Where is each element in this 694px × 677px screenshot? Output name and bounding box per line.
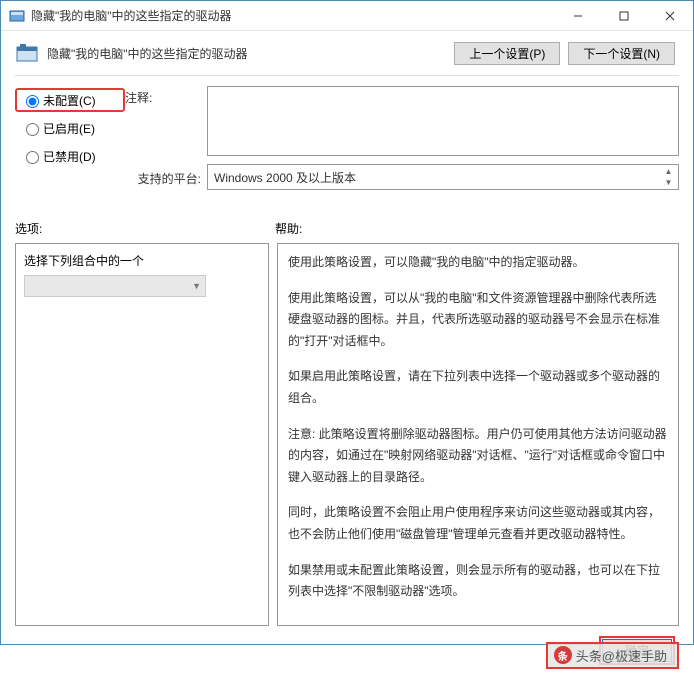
app-icon (9, 8, 25, 24)
window-title: 隐藏"我的电脑"中的这些指定的驱动器 (31, 7, 555, 24)
config-section: 未配置(C) 已启用(E) 已禁用(D) 注释: 支持的平台: (15, 86, 679, 190)
header-row: 隐藏"我的电脑"中的这些指定的驱动器 上一个设置(P) 下一个设置(N) (15, 41, 679, 65)
radio-column: 未配置(C) 已启用(E) 已禁用(D) (15, 86, 125, 190)
divider (15, 75, 679, 76)
help-panel[interactable]: 使用此策略设置，可以隐藏"我的电脑"中的指定驱动器。 使用此策略设置，可以从"我… (277, 243, 679, 626)
help-p3: 如果启用此策略设置，请在下拉列表中选择一个驱动器或多个驱动器的组合。 (288, 366, 668, 409)
dialog-body: 隐藏"我的电脑"中的这些指定的驱动器 上一个设置(P) 下一个设置(N) 未配置… (1, 31, 693, 677)
radio-enabled-input[interactable] (26, 123, 39, 136)
policy-title: 隐藏"我的电脑"中的这些指定的驱动器 (47, 45, 454, 62)
comment-textarea[interactable] (207, 86, 679, 156)
help-p4: 注意: 此策略设置将删除驱动器图标。用户仍可使用其他方法访问驱动器的内容，如通过… (288, 424, 668, 489)
watermark-logo-icon: 条 (554, 646, 572, 664)
radio-not-configured-label: 未配置(C) (43, 92, 96, 109)
help-p1: 使用此策略设置，可以隐藏"我的电脑"中的指定驱动器。 (288, 252, 668, 274)
radio-not-configured[interactable]: 未配置(C) (15, 88, 125, 112)
minimize-button[interactable] (555, 1, 601, 31)
watermark-overlay: 条 头条@极速手助 (546, 642, 679, 669)
radio-enabled[interactable]: 已启用(E) (15, 116, 125, 140)
maximize-button[interactable] (601, 1, 647, 31)
next-setting-button[interactable]: 下一个设置(N) (568, 42, 675, 65)
radio-disabled-label: 已禁用(D) (43, 148, 96, 165)
drive-combo[interactable]: ▼ (24, 275, 206, 297)
comment-label: 注释: (125, 86, 207, 156)
options-instruction: 选择下列组合中的一个 (24, 252, 260, 269)
help-p5: 同时，此策略设置不会阻止用户使用程序来访问这些驱动器或其内容，也不会防止他们使用… (288, 502, 668, 545)
platform-value: Windows 2000 及以上版本 (214, 169, 356, 186)
lower-panels: 选择下列组合中的一个 ▼ 使用此策略设置，可以隐藏"我的电脑"中的指定驱动器。 … (15, 243, 679, 626)
footer: 确定 条 头条@极速手助 (15, 626, 679, 669)
policy-icon (15, 41, 39, 65)
watermark-text: 头条@极速手助 (576, 646, 667, 665)
options-label: 选项: (15, 220, 275, 237)
close-button[interactable] (647, 1, 693, 31)
chevron-down-icon[interactable]: ▼ (660, 177, 677, 188)
comment-column: 注释: 支持的平台: Windows 2000 及以上版本 ▲ ▼ (125, 86, 679, 190)
radio-disabled[interactable]: 已禁用(D) (15, 144, 125, 168)
options-panel: 选择下列组合中的一个 ▼ (15, 243, 269, 626)
radio-enabled-label: 已启用(E) (43, 120, 95, 137)
chevron-down-icon: ▼ (192, 281, 201, 291)
radio-disabled-input[interactable] (26, 151, 39, 164)
radio-not-configured-input[interactable] (26, 95, 39, 108)
help-p2: 使用此策略设置，可以从"我的电脑"和文件资源管理器中删除代表所选硬盘驱动器的图标… (288, 288, 668, 353)
help-label: 帮助: (275, 220, 302, 237)
policy-editor-window: 隐藏"我的电脑"中的这些指定的驱动器 隐藏"我的电脑"中的这些指定的驱动器 上一… (0, 0, 694, 645)
chevron-up-icon[interactable]: ▲ (660, 166, 677, 177)
prev-setting-button[interactable]: 上一个设置(P) (454, 42, 560, 65)
titlebar: 隐藏"我的电脑"中的这些指定的驱动器 (1, 1, 693, 31)
platform-field: Windows 2000 及以上版本 ▲ ▼ (207, 164, 679, 190)
platform-label: 支持的平台: (125, 167, 207, 187)
help-p6: 如果禁用或未配置此策略设置，则会显示所有的驱动器，也可以在下拉列表中选择"不限制… (288, 560, 668, 603)
platform-spinner[interactable]: ▲ ▼ (660, 166, 677, 188)
section-labels: 选项: 帮助: (15, 220, 679, 237)
